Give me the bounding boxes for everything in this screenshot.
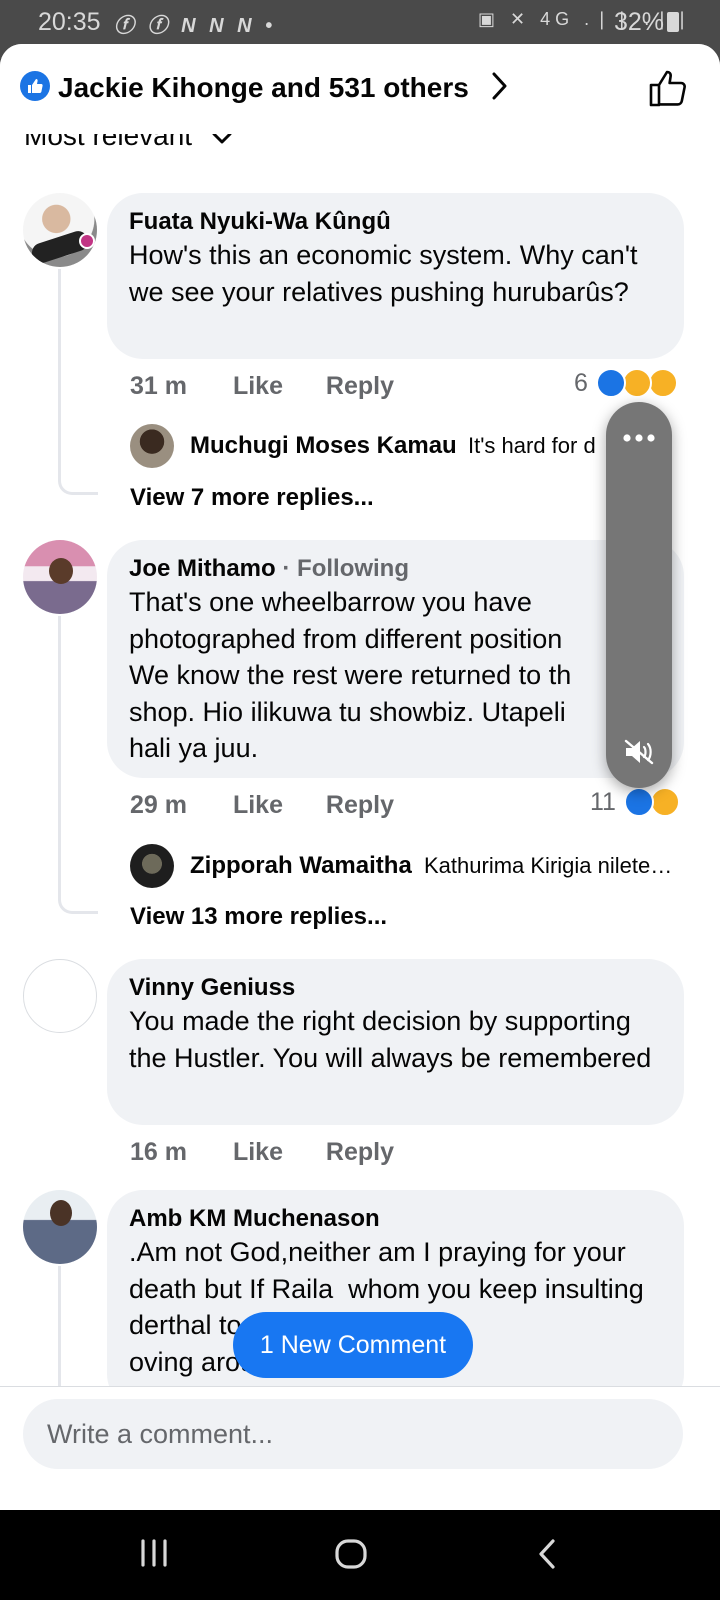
reaction-count[interactable]: 6: [572, 368, 688, 400]
system-nav-bar: [0, 1510, 720, 1600]
comment-actions: 16 m Like Reply: [130, 1138, 394, 1167]
comment-time: 16 m: [130, 1138, 187, 1166]
more-dots-icon[interactable]: [619, 432, 659, 444]
notification-icons: ⓕ ⓕ N N N •: [114, 15, 277, 37]
following-label: Following: [297, 555, 410, 582]
comment-text: That's one wheelbarrow you have photogra…: [129, 587, 572, 763]
reactions-summary[interactable]: Jackie Kihonge and 531 others: [58, 72, 469, 104]
status-bar: 20:35 ⓕ ⓕ N N N • ▣ ✕ 4G .❘❘ .❘❘ 32%: [0, 0, 720, 46]
like-icon: [20, 71, 50, 101]
recents-icon[interactable]: [138, 1538, 170, 1568]
new-comment-button[interactable]: 1 New Comment: [233, 1312, 473, 1378]
like-button[interactable]: Like: [233, 791, 319, 820]
like-reaction-icon: [596, 368, 626, 398]
comment-bubble[interactable]: Vinny Geniuss You made the right decisio…: [107, 959, 684, 1125]
comment-author[interactable]: Fuata Nyuki-Wa Kûngû: [129, 207, 662, 237]
back-icon[interactable]: [536, 1538, 558, 1570]
comment-author[interactable]: Amb KM Muchenason: [129, 1204, 662, 1234]
comment-input[interactable]: [23, 1399, 683, 1469]
comment-author[interactable]: Vinny Geniuss: [129, 973, 662, 1003]
avatar[interactable]: [23, 193, 97, 267]
comment-time: 29 m: [130, 791, 187, 819]
avatar[interactable]: [23, 1190, 97, 1264]
following-dot: ·: [282, 555, 291, 582]
comment-actions: 31 m Like Reply: [130, 372, 394, 401]
avatar: [130, 424, 174, 468]
avatar[interactable]: [23, 540, 97, 614]
comment-text: How's this an economic system. Why can't…: [129, 240, 638, 307]
reply-button[interactable]: Reply: [326, 372, 394, 401]
thread-line: [58, 1266, 98, 1406]
battery-percent: 32%: [614, 8, 665, 36]
reply-author: Zipporah Wamaitha: [190, 852, 412, 879]
like-reaction-icon: [624, 787, 654, 817]
haha-reaction-icon: [650, 787, 680, 817]
comment-author[interactable]: Joe Mithamo: [129, 555, 276, 582]
comment-bubble[interactable]: Joe Mithamo · Following That's one wheel…: [107, 540, 684, 778]
wow-reaction-icon: [648, 368, 678, 398]
thread-line: [58, 269, 98, 495]
battery-indicator: 32%: [614, 8, 680, 37]
reaction-count[interactable]: 11: [588, 787, 688, 819]
floating-video-controls[interactable]: [606, 402, 672, 788]
avatar: [130, 844, 174, 888]
haha-reaction-icon: [622, 368, 652, 398]
avatar-face: [50, 1200, 72, 1226]
home-icon[interactable]: [334, 1538, 368, 1570]
reaction-number: 6: [574, 369, 588, 397]
comment-author-line: Joe Mithamo · Following: [129, 554, 662, 584]
view-more-replies[interactable]: View 7 more replies...: [130, 484, 374, 512]
reply-author: Muchugi Moses Kamau: [190, 432, 457, 459]
thumbs-up-outline-icon[interactable]: [648, 68, 688, 108]
reply-preview[interactable]: Muchugi Moses Kamau It's hard for d: [130, 424, 678, 470]
avatar[interactable]: [23, 959, 97, 1033]
comment-actions: 29 m Like Reply: [130, 791, 394, 820]
avatar-face: [49, 558, 73, 584]
like-button[interactable]: Like: [233, 372, 319, 401]
comment-time: 31 m: [130, 372, 187, 400]
reaction-number: 11: [590, 788, 616, 816]
battery-icon: [667, 12, 680, 32]
reply-button[interactable]: Reply: [326, 1138, 394, 1167]
reply-text: Kathurima Kirigia nilete…: [424, 853, 673, 878]
status-time: 20:35: [38, 8, 101, 36]
reply-button[interactable]: Reply: [326, 791, 394, 820]
heart-badge-icon: [79, 233, 95, 249]
view-more-replies[interactable]: View 13 more replies...: [130, 903, 387, 931]
reactions-header[interactable]: Jackie Kihonge and 531 others: [0, 44, 720, 134]
comment-composer: [0, 1386, 720, 1510]
comment-text: You made the right decision by supportin…: [129, 1006, 652, 1073]
thread-line: [58, 616, 98, 914]
reply-preview[interactable]: Zipporah Wamaitha Kathurima Kirigia nile…: [130, 844, 686, 890]
like-button[interactable]: Like: [233, 1138, 319, 1167]
mute-icon[interactable]: [623, 738, 655, 766]
chevron-right-icon[interactable]: [492, 72, 508, 100]
comment-bubble[interactable]: Fuata Nyuki-Wa Kûngû How's this an econo…: [107, 193, 684, 359]
comments-sheet: Jackie Kihonge and 531 others Most relev…: [0, 44, 720, 1510]
